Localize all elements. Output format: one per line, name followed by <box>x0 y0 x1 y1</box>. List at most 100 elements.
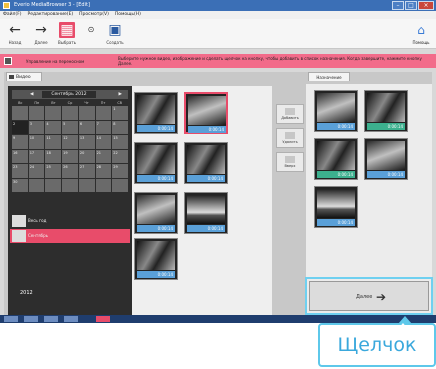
source-clip-card[interactable]: 0:00:14 <box>134 142 178 184</box>
calendar-day[interactable]: 30 <box>12 178 28 192</box>
clip-duration: 0:00:14 <box>137 225 175 232</box>
calendar-day[interactable]: 25 <box>45 164 62 178</box>
clip-thumbnail <box>317 93 355 122</box>
calendar-day[interactable]: 26 <box>62 164 78 178</box>
window-titlebar: Everio MediaBrowser 3 - [Edit] – □ × <box>0 0 436 11</box>
forward-button[interactable]: → Далее <box>30 22 52 48</box>
taskbar-item[interactable] <box>44 316 58 322</box>
maximize-icon[interactable]: □ <box>405 1 417 10</box>
calendar-day <box>62 106 78 120</box>
calendar-day[interactable]: 27 <box>78 164 95 178</box>
calendar-day[interactable]: 10 <box>28 135 45 149</box>
info-icon <box>4 57 12 65</box>
calendar-day[interactable]: 12 <box>62 135 78 149</box>
create-label: Создать <box>106 40 124 45</box>
list-item[interactable]: Весь год <box>10 214 130 228</box>
list-thumb <box>12 215 26 227</box>
move-up-button[interactable]: Вверх <box>276 152 304 172</box>
calendar-day[interactable]: 14 <box>95 135 112 149</box>
clip-duration: 0:00:14 <box>188 126 226 133</box>
calendar-day[interactable]: 4 <box>45 120 62 134</box>
taskbar-item[interactable] <box>96 316 110 322</box>
calendar-day[interactable]: 21 <box>95 149 112 163</box>
calendar-day[interactable]: 3 <box>28 120 45 134</box>
tab-video[interactable]: Видео <box>6 72 42 81</box>
calendar-day <box>78 178 95 192</box>
clip-duration: 0:00:14 <box>187 225 225 232</box>
move-up-label: Вверх <box>284 164 296 168</box>
help-button[interactable]: ⌂ Помощь <box>410 22 432 48</box>
clip-duration: 0:00:14 <box>187 175 225 182</box>
calendar-day <box>28 178 45 192</box>
calendar-day[interactable]: 2 <box>12 120 28 134</box>
destination-clip-card[interactable]: 0:00:14 <box>314 90 358 132</box>
clip-thumbnail <box>188 96 226 125</box>
clip-duration: 0:00:14 <box>137 125 175 132</box>
clip-thumbnail <box>367 93 405 122</box>
source-clip-card[interactable]: 0:00:14 <box>134 192 178 234</box>
callout-text: Щелчок <box>337 334 417 356</box>
select-button[interactable]: ▦ Выбрать <box>56 22 78 48</box>
destination-clip-card[interactable]: 0:00:14 <box>314 186 358 228</box>
window-title: Everio MediaBrowser 3 - [Edit] <box>14 2 90 8</box>
instruction-bar: Управление на переносном Выберите нужное… <box>0 54 436 68</box>
remove-label: Удалить <box>282 140 298 144</box>
clip-thumbnail <box>137 195 175 224</box>
create-button[interactable]: ▣ Создать <box>104 22 126 48</box>
calendar-day[interactable]: 19 <box>62 149 78 163</box>
calendar-day[interactable]: 22 <box>112 149 128 163</box>
calendar-day[interactable]: 11 <box>45 135 62 149</box>
list-thumb <box>12 230 26 242</box>
calendar-day[interactable]: 15 <box>112 135 128 149</box>
destination-clip-card[interactable]: 0:00:14 <box>364 90 408 132</box>
destination-clip-card[interactable]: 0:00:14 <box>314 138 358 180</box>
calendar-day[interactable]: 20 <box>78 149 95 163</box>
menu-file[interactable]: Файл(F) <box>3 11 22 19</box>
clip-thumbnail <box>137 241 175 270</box>
minimize-icon[interactable]: – <box>392 1 404 10</box>
calendar-day[interactable]: 16 <box>12 149 28 163</box>
list-item[interactable]: Сентябрь <box>10 229 130 243</box>
add-button[interactable]: Добавить <box>276 104 304 124</box>
calendar-day[interactable]: 17 <box>28 149 45 163</box>
calendar-day[interactable]: 6 <box>78 120 95 134</box>
calendar-day[interactable]: 28 <box>95 164 112 178</box>
dot-icon: ⊙ <box>87 25 95 34</box>
calendar-day[interactable]: 9 <box>12 135 28 149</box>
list-item-label: Сентябрь <box>28 233 48 238</box>
clip-thumbnail <box>317 141 355 170</box>
tab-destination[interactable]: Назначение <box>308 72 350 81</box>
back-button[interactable]: ← Назад <box>4 22 26 48</box>
calendar-day[interactable]: 7 <box>95 120 112 134</box>
calendar-day[interactable]: 24 <box>28 164 45 178</box>
clip-duration: 0:00:14 <box>317 171 355 178</box>
menu-edit[interactable]: Редактирование(E) <box>28 11 74 19</box>
remove-button[interactable]: Удалить <box>276 128 304 148</box>
source-clip-card[interactable]: 0:00:14 <box>134 92 178 134</box>
source-clip-card[interactable]: 0:00:14 <box>134 238 178 280</box>
menu-help[interactable]: Помощь(H) <box>115 11 141 19</box>
calendar-day[interactable]: 1 <box>112 106 128 120</box>
clip-thumbnail <box>137 95 175 124</box>
calendar-day[interactable]: 13 <box>78 135 95 149</box>
clip-duration: 0:00:14 <box>137 271 175 278</box>
calendar-day[interactable]: 5 <box>62 120 78 134</box>
source-clip-card[interactable]: 0:00:14 <box>184 142 228 184</box>
menu-view[interactable]: Просмотр(V) <box>79 11 109 19</box>
source-clip-card[interactable]: 0:00:14 <box>184 92 228 134</box>
calendar-day[interactable]: 8 <box>112 120 128 134</box>
prev-month-icon[interactable]: ◀ <box>30 90 33 99</box>
taskbar-item[interactable] <box>4 316 18 322</box>
destination-clip-card[interactable]: 0:00:14 <box>364 138 408 180</box>
taskbar-item[interactable] <box>64 316 78 322</box>
calendar-day[interactable]: 23 <box>12 164 28 178</box>
calendar-header: ◀ Сентябрь 2012 ▶ <box>12 90 128 99</box>
close-icon[interactable]: × <box>418 1 434 10</box>
help-label: Помощь <box>412 40 430 45</box>
source-clip-card[interactable]: 0:00:14 <box>184 192 228 234</box>
calendar-day[interactable]: 18 <box>45 149 62 163</box>
next-month-icon[interactable]: ▶ <box>119 90 122 99</box>
taskbar-item[interactable] <box>24 316 38 322</box>
calendar-grid: 1 2 3 4 5 6 7 8 9 10 11 12 13 14 15 16 17 18 19 20 21 22 23 24 2… <box>12 106 128 192</box>
calendar-day[interactable]: 29 <box>112 164 128 178</box>
